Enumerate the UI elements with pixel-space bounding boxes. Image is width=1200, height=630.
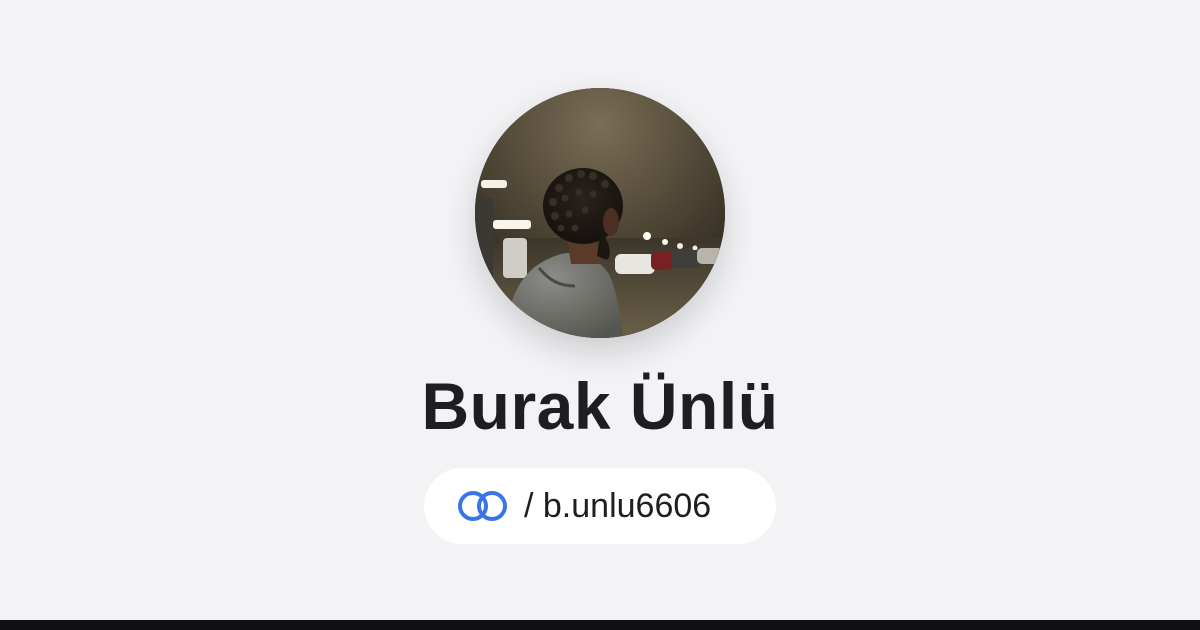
linked-rings-icon: [458, 491, 507, 521]
profile-name: Burak Ünlü: [421, 369, 779, 443]
bottom-bar: [0, 620, 1200, 630]
handle-text: / b.unlu6606: [524, 487, 712, 525]
avatar-photo: [475, 88, 725, 338]
avatar[interactable]: [475, 88, 725, 338]
handle-link[interactable]: / b.unlu6606: [424, 468, 776, 544]
profile-card: Burak Ünlü / b.unlu6606: [0, 0, 1200, 620]
